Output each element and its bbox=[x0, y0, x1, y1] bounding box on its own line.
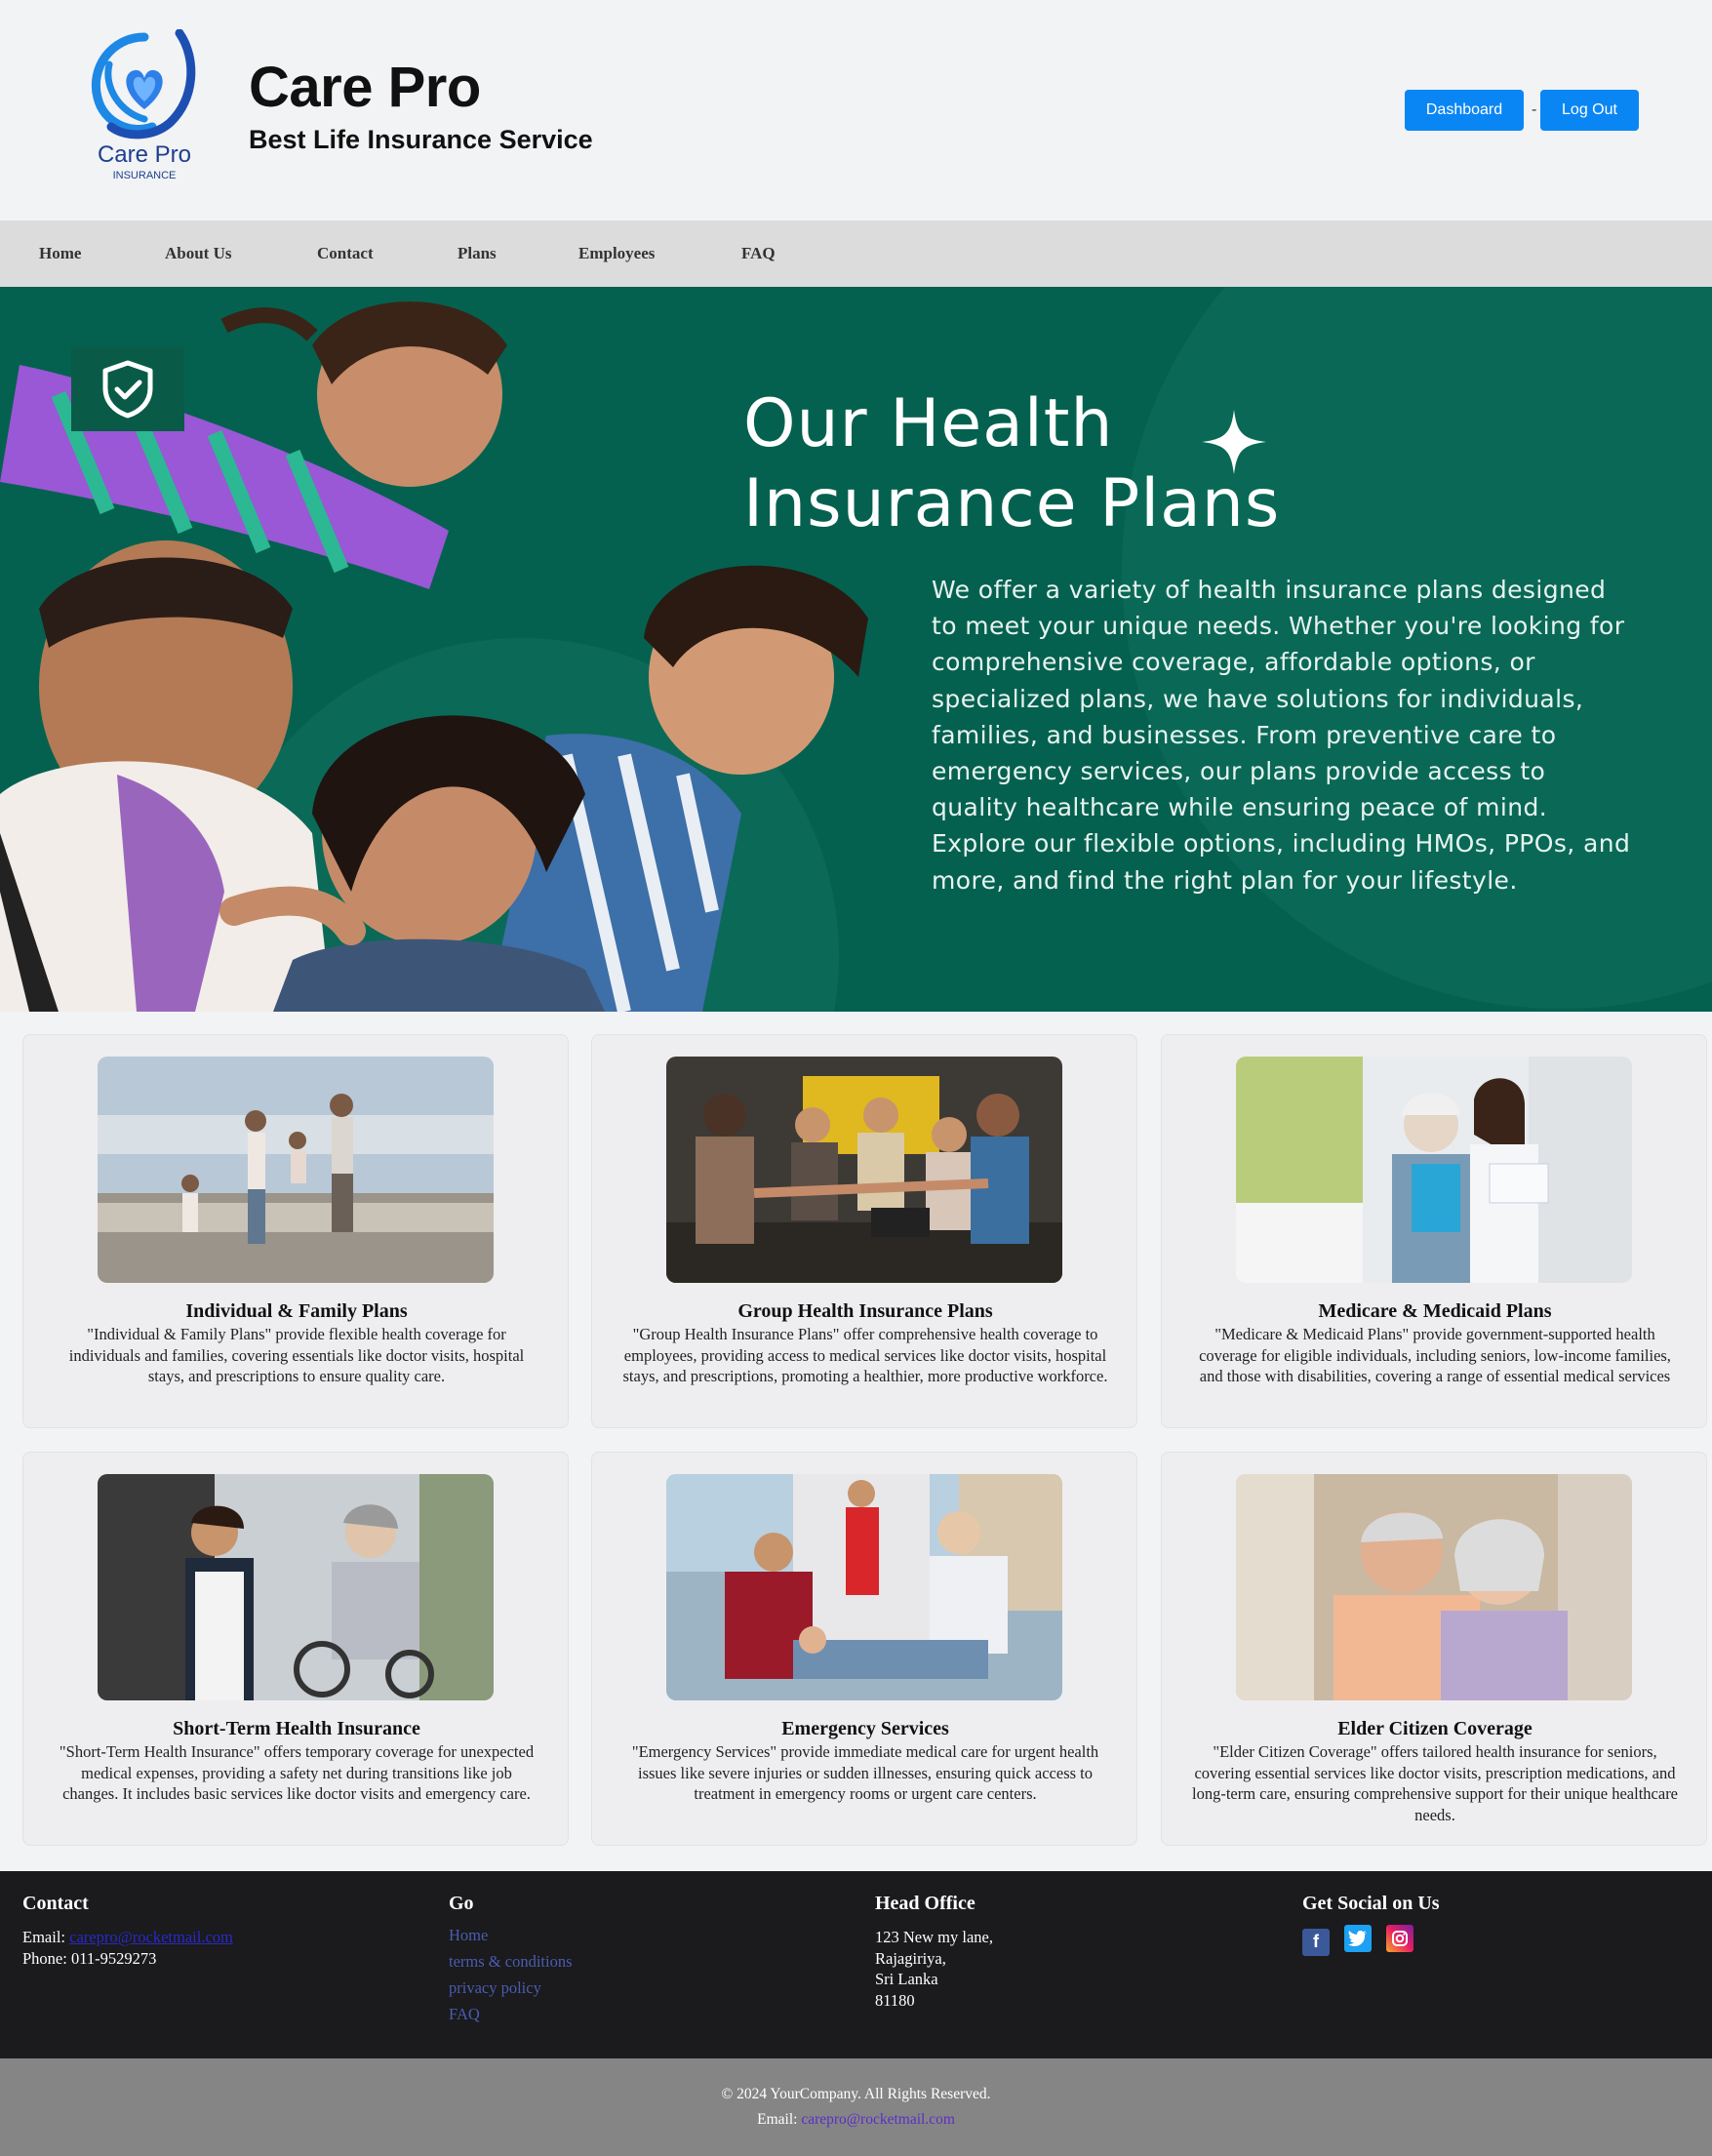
main-nav: Home About Us Contact Plans Employees FA… bbox=[0, 220, 1712, 287]
shield-check-icon bbox=[102, 360, 153, 419]
footer-link-faq[interactable]: FAQ bbox=[449, 2001, 573, 2027]
twitter-icon[interactable] bbox=[1344, 1925, 1372, 1952]
office-address-line: Rajagiriya, bbox=[875, 1948, 946, 1968]
button-separator: - bbox=[1532, 101, 1537, 118]
hero-title-line1: Our Health bbox=[743, 385, 1114, 462]
footer-email-link[interactable]: carepro@rocketmail.com bbox=[69, 1928, 233, 1946]
card-title: Medicare & Medicaid Plans bbox=[1318, 1300, 1552, 1322]
shield-badge bbox=[71, 347, 184, 431]
footer-office-heading: Head Office bbox=[875, 1893, 975, 1914]
card-description: "Medicare & Medicaid Plans" provide gove… bbox=[1199, 1325, 1671, 1385]
brand-title: Care Pro bbox=[249, 56, 481, 119]
site-footer: Contact Email: carepro@rocketmail.com Ph… bbox=[0, 1871, 1712, 2058]
footer-contact: Contact Email: carepro@rocketmail.com Ph… bbox=[22, 1893, 233, 1969]
logo-wordmark: Care Pro bbox=[98, 141, 191, 168]
footer-link-privacy[interactable]: privacy policy bbox=[449, 1975, 573, 2001]
emergency-paramedics-photo bbox=[666, 1474, 1062, 1700]
hero-title: Our Health Insurance Plans bbox=[743, 384, 1543, 544]
office-address-line: 123 New my lane, bbox=[875, 1928, 993, 1946]
nav-item-plans[interactable]: Plans bbox=[458, 244, 497, 263]
hero-description: We offer a variety of health insurance p… bbox=[932, 576, 1631, 895]
site-header: Care Pro INSURANCE Care Pro Best Life In… bbox=[0, 0, 1712, 220]
footer-email-label: Email: bbox=[22, 1928, 65, 1946]
footer-go-heading: Go bbox=[449, 1893, 474, 1914]
dashboard-button[interactable]: Dashboard bbox=[1405, 90, 1524, 131]
nav-item-about-us[interactable]: About Us bbox=[165, 244, 232, 263]
copyright-text: © 2024 YourCompany. All Rights Reserved. bbox=[721, 2086, 991, 2102]
copyright-email-line: Email: carepro@rocketmail.com bbox=[0, 2111, 1712, 2129]
footer-email-line: Email: carepro@rocketmail.com bbox=[22, 1927, 233, 1948]
plan-card[interactable]: Group Health Insurance Plans "Group Heal… bbox=[591, 1034, 1137, 1428]
footer-social: Get Social on Us f bbox=[1302, 1893, 1440, 1956]
card-description: "Elder Citizen Coverage" offers tailored… bbox=[1191, 1742, 1679, 1824]
card-description: "Emergency Services" provide immediate m… bbox=[631, 1742, 1099, 1803]
office-address-line: Sri Lanka bbox=[875, 1970, 938, 1988]
medicare-nurse-photo bbox=[1236, 1057, 1632, 1283]
card-title: Group Health Insurance Plans bbox=[737, 1300, 993, 1322]
care-pro-logo[interactable]: Care Pro INSURANCE bbox=[82, 28, 207, 190]
elder-couple-photo bbox=[1236, 1474, 1632, 1700]
footer-contact-heading: Contact bbox=[22, 1893, 89, 1914]
plan-card[interactable]: Individual & Family Plans "Individual & … bbox=[22, 1034, 569, 1428]
nav-item-employees[interactable]: Employees bbox=[578, 244, 655, 263]
footer-head-office: Head Office 123 New my lane, Rajagiriya,… bbox=[875, 1893, 993, 2011]
facebook-icon[interactable]: f bbox=[1302, 1928, 1330, 1956]
hero-title-line2: Insurance Plans bbox=[743, 465, 1281, 542]
plan-card[interactable]: Emergency Services "Emergency Services" … bbox=[591, 1452, 1137, 1846]
card-description: "Group Health Insurance Plans" offer com… bbox=[622, 1325, 1108, 1385]
card-description: "Short-Term Health Insurance" offers tem… bbox=[59, 1742, 535, 1803]
office-address-line: 81180 bbox=[875, 1990, 915, 2010]
hero-banner: Our Health Insurance Plans We offer a va… bbox=[0, 287, 1712, 1012]
footer-go: Go Home terms & conditions privacy polic… bbox=[449, 1893, 573, 2027]
copyright-bar: © 2024 YourCompany. All Rights Reserved.… bbox=[0, 2058, 1712, 2156]
footer-link-terms[interactable]: terms & conditions bbox=[449, 1948, 573, 1975]
family-beach-photo bbox=[98, 1057, 494, 1283]
nav-item-faq[interactable]: FAQ bbox=[741, 244, 776, 263]
footer-phone: Phone: 011-9529273 bbox=[22, 1948, 157, 1968]
card-description: "Individual & Family Plans" provide flex… bbox=[68, 1325, 525, 1385]
card-title: Emergency Services bbox=[781, 1718, 949, 1739]
instagram-icon[interactable] bbox=[1386, 1925, 1413, 1952]
footer-social-heading: Get Social on Us bbox=[1302, 1893, 1440, 1914]
card-title: Short-Term Health Insurance bbox=[173, 1718, 420, 1739]
nav-item-contact[interactable]: Contact bbox=[317, 244, 374, 263]
plan-card[interactable]: Short-Term Health Insurance "Short-Term … bbox=[22, 1452, 569, 1846]
copyright-email-link[interactable]: carepro@rocketmail.com bbox=[801, 2111, 955, 2128]
plan-card[interactable]: Elder Citizen Coverage "Elder Citizen Co… bbox=[1161, 1452, 1707, 1846]
plan-card[interactable]: Medicare & Medicaid Plans "Medicare & Me… bbox=[1161, 1034, 1707, 1428]
logo-tagline: INSURANCE bbox=[113, 170, 177, 181]
brand-subtitle: Best Life Insurance Service bbox=[249, 125, 593, 154]
card-title: Individual & Family Plans bbox=[185, 1300, 408, 1322]
logout-button[interactable]: Log Out bbox=[1540, 90, 1639, 131]
card-title: Elder Citizen Coverage bbox=[1337, 1718, 1533, 1739]
caregiver-wheelchair-photo bbox=[98, 1474, 494, 1700]
copyright-email-label: Email: bbox=[757, 2111, 798, 2128]
nav-item-home[interactable]: Home bbox=[39, 244, 81, 263]
group-team-photo bbox=[666, 1057, 1062, 1283]
footer-link-home[interactable]: Home bbox=[449, 1922, 573, 1948]
sparkle-icon bbox=[1202, 410, 1266, 474]
